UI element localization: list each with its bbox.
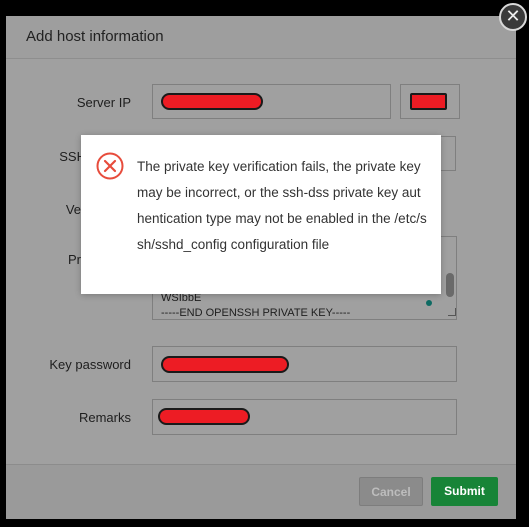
- remarks-label: Remarks: [78, 410, 131, 425]
- dialog-header: Add host information: [6, 16, 516, 59]
- remarks-input[interactable]: [152, 399, 457, 435]
- close-icon[interactable]: ✕: [499, 3, 527, 31]
- private-key-end-line: -----END OPENSSH PRIVATE KEY-----: [161, 307, 351, 319]
- redacted-key-password: [161, 356, 289, 373]
- server-ip-label: Server IP: [76, 95, 131, 110]
- error-circle-x-icon: [96, 152, 124, 180]
- resize-grip-icon[interactable]: [448, 308, 456, 316]
- key-password-input[interactable]: [152, 346, 457, 382]
- error-message-popup: The private key verification fails, the …: [81, 135, 441, 294]
- redacted-port: [410, 93, 447, 110]
- textarea-scrollbar[interactable]: [446, 273, 454, 297]
- key-password-label: Key password: [49, 357, 131, 372]
- redacted-remarks: [158, 408, 250, 425]
- port-input[interactable]: [400, 84, 460, 119]
- redacted-server-ip: [161, 93, 263, 110]
- server-ip-input[interactable]: [152, 84, 391, 119]
- error-message-text: The private key verification fails, the …: [137, 159, 427, 252]
- status-dot-icon: [426, 300, 432, 306]
- submit-button[interactable]: Submit: [431, 477, 498, 506]
- cancel-button[interactable]: Cancel: [359, 477, 423, 506]
- dialog-title: Add host information: [26, 28, 164, 45]
- ssh-label: SSH: [59, 149, 86, 164]
- private-key-label: Pr: [68, 252, 81, 267]
- verify-label: Ve: [65, 202, 81, 217]
